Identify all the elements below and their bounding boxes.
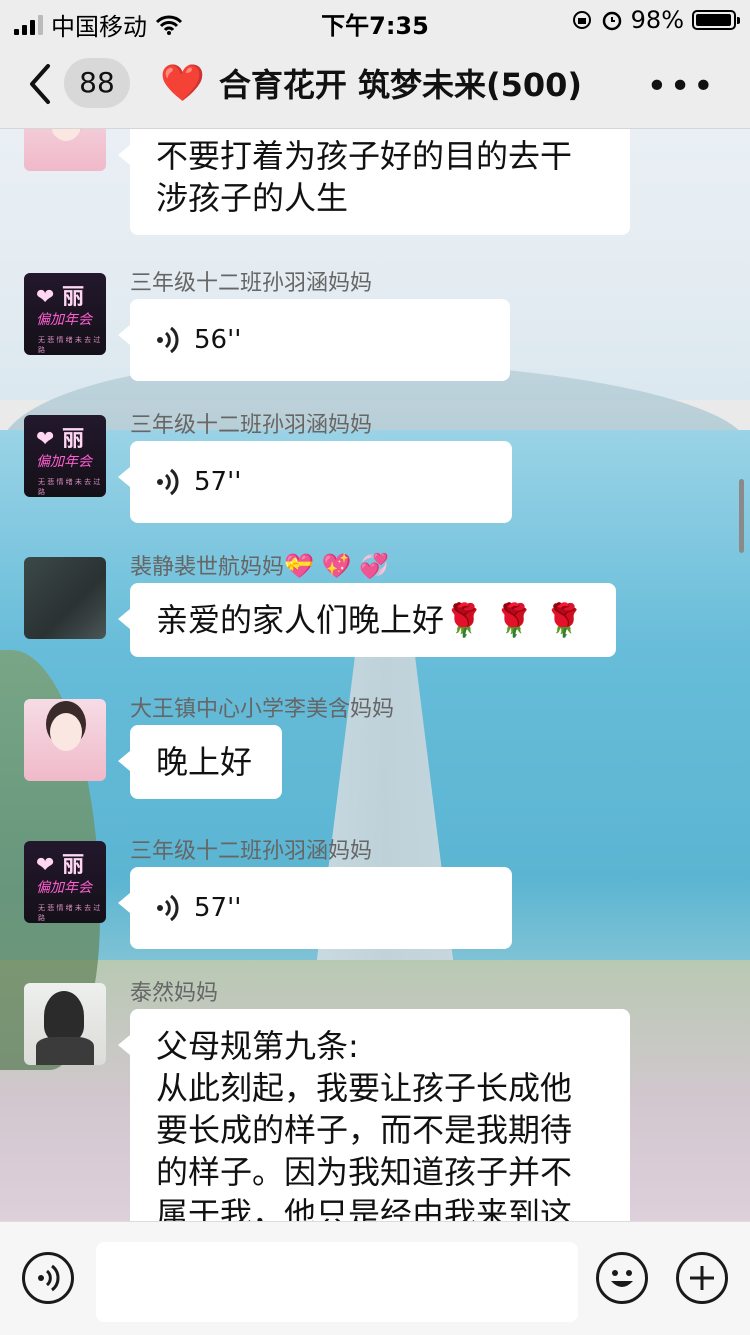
plus-icon [690, 1266, 714, 1290]
message-bubble[interactable]: 不要打着为孩子好的目的去干 涉孩子的人生 [118, 129, 630, 235]
message-text: 亲爱的家人们晚上好🌹 🌹 🌹 [156, 601, 584, 639]
battery-icon [692, 10, 740, 30]
voice-message-bubble[interactable]: 57'' [118, 867, 512, 949]
emoji-button[interactable] [596, 1252, 648, 1304]
message-input[interactable] [96, 1242, 578, 1322]
smiley-icon [611, 1270, 633, 1287]
alarm-icon [602, 11, 621, 31]
message-text-line: 要长成的样子，而不是我期待 [156, 1111, 573, 1149]
message-text-line: 的样子。因为我知道孩子并不 [156, 1153, 573, 1191]
avatar[interactable]: ❤ 丽偏加年会无 悲 情 绪 未 去 过 路 [24, 841, 106, 923]
battery-percent: 98% [630, 6, 684, 34]
voice-duration: 57'' [194, 893, 242, 923]
voice-input-button[interactable] [22, 1252, 74, 1304]
heart-icon: ❤️ [160, 63, 205, 104]
message-text-line: 涉孩子的人生 [156, 179, 349, 217]
chat-title: ❤️ 合育花开 筑梦未来(500) [160, 60, 582, 106]
battery-fill [696, 14, 732, 26]
sender-name: 裴静裴世航妈妈💝 💖 💞 [130, 552, 389, 580]
more-functions-button[interactable] [676, 1252, 728, 1304]
orientation-lock-icon [572, 11, 591, 29]
message-list[interactable]: 不要打着为孩子好的目的去干 涉孩子的人生 ❤ 丽偏加年会无 悲 情 绪 未 去 … [0, 129, 750, 1221]
avatar[interactable] [24, 129, 106, 171]
unread-count-badge[interactable]: 88 [64, 58, 130, 108]
message-bubble[interactable]: 晚上好 [118, 725, 282, 799]
sender-name: 泰然妈妈 [130, 981, 219, 1006]
message-text-line: 属于我，他只是经由我来到这 [156, 1195, 573, 1221]
message-bubble[interactable]: 亲爱的家人们晚上好🌹 🌹 🌹 [118, 583, 616, 657]
input-bar [0, 1221, 750, 1335]
voice-icon [38, 1264, 60, 1292]
avatar[interactable]: ❤ 丽偏加年会无 悲 情 绪 未 去 过 路 [24, 273, 106, 355]
message-bubble[interactable]: 父母规第九条: 从此刻起，我要让孩子长成他 要长成的样子，而不是我期待 的样子。… [118, 1009, 630, 1221]
voice-wave-icon [157, 894, 179, 922]
sender-name: 三年级十二班孙羽涵妈妈 [130, 839, 373, 864]
avatar[interactable] [24, 983, 106, 1065]
status-bar: 中国移动 下午7:35 98% [0, 0, 750, 41]
message-text-line: 父母规第九条: [156, 1027, 359, 1065]
message-text-line: 从此刻起，我要让孩子长成他 [156, 1069, 573, 1107]
scrollbar[interactable] [739, 479, 744, 553]
voice-wave-icon [157, 326, 179, 354]
chevron-left-icon[interactable] [26, 62, 56, 106]
message-text: 晚上好 [156, 743, 253, 781]
chat-header: 88 ❤️ 合育花开 筑梦未来(500) ••• [0, 40, 750, 129]
voice-duration: 57'' [194, 467, 242, 497]
message-text-line: 不要打着为孩子好的目的去干 [156, 137, 573, 175]
avatar[interactable] [24, 557, 106, 639]
voice-message-bubble[interactable]: 56'' [118, 299, 510, 381]
voice-duration: 56'' [194, 325, 242, 355]
sender-emoji: 💝 💖 💞 [284, 552, 389, 580]
voice-wave-icon [157, 468, 179, 496]
group-name: 合育花开 筑梦未来(500) [218, 66, 583, 104]
sender-name: 大王镇中心小学李美含妈妈 [130, 697, 395, 722]
avatar[interactable]: ❤ 丽偏加年会无 悲 情 绪 未 去 过 路 [24, 415, 106, 497]
sender-name: 三年级十二班孙羽涵妈妈 [130, 413, 373, 438]
voice-message-bubble[interactable]: 57'' [118, 441, 512, 523]
sender-name: 三年级十二班孙羽涵妈妈 [130, 271, 373, 296]
more-options-button[interactable]: ••• [646, 66, 716, 107]
avatar[interactable] [24, 699, 106, 781]
status-right: 98% [571, 6, 740, 34]
